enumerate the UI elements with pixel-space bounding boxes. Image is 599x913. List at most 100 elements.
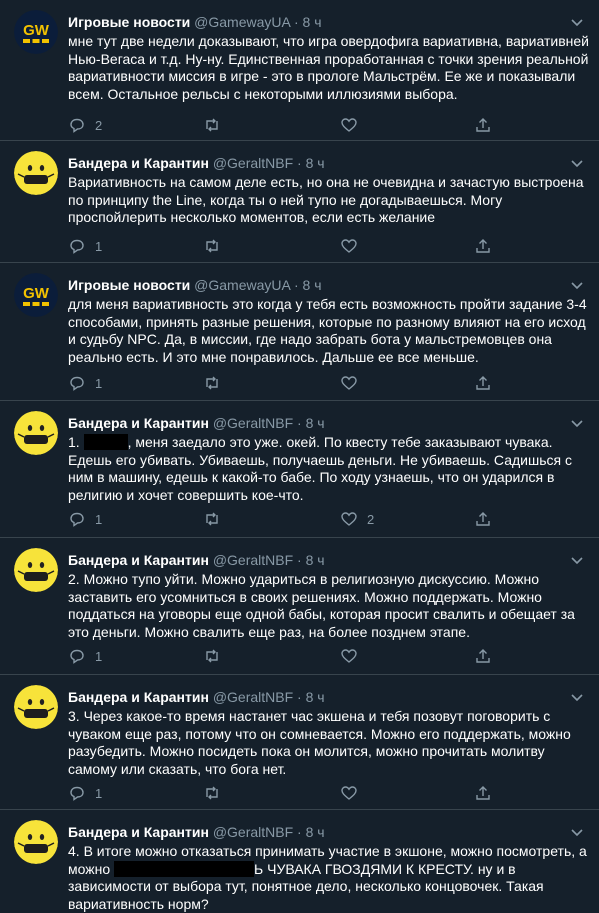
chevron-down-icon[interactable] <box>569 689 585 705</box>
tweet-header: Бандера и Карантин @GeraltNBF · 8 ч <box>68 153 589 173</box>
tweet[interactable]: Бандера и Карантин @GeraltNBF · 8 ч 4. В… <box>0 810 599 912</box>
tweet-header: Бандера и Карантин @GeraltNBF · 8 ч <box>68 822 589 842</box>
avatar[interactable] <box>14 820 58 864</box>
timestamp[interactable]: 8 ч <box>306 155 325 171</box>
timestamp[interactable]: 8 ч <box>306 415 325 431</box>
tweet-actions: 1 2 <box>68 509 490 529</box>
like-button[interactable] <box>340 373 367 393</box>
reply-icon <box>70 512 84 527</box>
author-name[interactable]: Бандера и Карантин <box>68 415 209 431</box>
heart-icon <box>341 376 357 390</box>
timestamp[interactable]: 8 ч <box>303 277 322 293</box>
tweet[interactable]: Бандера и Карантин @GeraltNBF · 8 ч 2. М… <box>0 538 599 675</box>
avatar[interactable]: GW <box>14 273 58 317</box>
tweet-text: Вариативность на самом деле есть, но она… <box>68 174 584 226</box>
retweet-icon <box>206 376 218 390</box>
heart-icon <box>341 239 357 253</box>
reply-button[interactable]: 1 <box>68 236 102 256</box>
retweet-button[interactable] <box>203 115 230 135</box>
tweet[interactable]: Бандера и Карантин @GeraltNBF · 8 ч 1. ,… <box>0 401 599 538</box>
chevron-down-icon[interactable] <box>569 155 585 171</box>
author-name[interactable]: Бандера и Карантин <box>68 689 209 705</box>
redacted-block <box>114 860 255 877</box>
tweet[interactable]: GW Игровые новости @GamewayUA · 8 ч для … <box>0 263 599 401</box>
avatar[interactable] <box>14 548 58 592</box>
author-handle[interactable]: @GeraltNBF <box>213 689 293 705</box>
like-button[interactable] <box>340 783 367 803</box>
separator-dot: · <box>297 155 302 171</box>
share-button[interactable] <box>474 236 492 256</box>
timestamp[interactable]: 8 ч <box>306 689 325 705</box>
author-handle[interactable]: @GeraltNBF <box>213 415 293 431</box>
tweet-text-part: 1. <box>68 434 84 450</box>
author-handle[interactable]: @GeraltNBF <box>213 824 293 840</box>
author-handle[interactable]: @GeraltNBF <box>213 552 293 568</box>
author-name[interactable]: Бандера и Карантин <box>68 552 209 568</box>
like-button[interactable] <box>340 646 367 666</box>
author-handle[interactable]: @GamewayUA <box>194 14 290 30</box>
reply-count: 1 <box>95 511 103 527</box>
author-name[interactable]: Игровые новости <box>68 14 190 30</box>
svg-text:GW: GW <box>23 285 50 302</box>
smiley-mask-icon <box>14 151 58 195</box>
chevron-down-icon[interactable] <box>569 824 585 840</box>
reply-count: 1 <box>95 375 103 391</box>
retweet-icon <box>206 118 218 132</box>
retweet-button[interactable] <box>203 373 230 393</box>
like-button[interactable] <box>340 236 367 256</box>
avatar[interactable] <box>14 151 58 195</box>
author-name[interactable]: Игровые новости <box>68 277 190 293</box>
tweet[interactable]: Бандера и Карантин @GeraltNBF · 8 ч 3. Ч… <box>0 675 599 810</box>
tweet-header: Бандера и Карантин @GeraltNBF · 8 ч <box>68 687 589 707</box>
reply-button[interactable]: 2 <box>68 115 102 135</box>
reply-icon <box>70 786 84 801</box>
chevron-down-icon[interactable] <box>569 277 585 293</box>
author-handle[interactable]: @GamewayUA <box>194 277 290 293</box>
reply-icon <box>70 118 84 133</box>
retweet-button[interactable] <box>203 236 230 256</box>
reply-button[interactable]: 1 <box>68 373 102 393</box>
tweet-header: Бандера и Карантин @GeraltNBF · 8 ч <box>68 550 589 570</box>
like-button[interactable] <box>340 115 367 135</box>
like-button[interactable]: 2 <box>340 509 374 529</box>
heart-icon <box>341 649 357 663</box>
retweet-button[interactable] <box>203 783 230 803</box>
author-name[interactable]: Бандера и Карантин <box>68 155 209 171</box>
timestamp[interactable]: 8 ч <box>306 824 325 840</box>
tweet-actions: 1 <box>68 646 490 666</box>
tweet-text: 1. , меня заедало это уже. окей. По квес… <box>68 434 590 504</box>
redacted-block <box>83 434 128 450</box>
tweet-text: 4. В итоге можно отказаться принимать уч… <box>68 843 590 913</box>
share-button[interactable] <box>474 783 492 803</box>
tweet[interactable]: GW Игровые новости @GamewayUA · 8 ч мне … <box>0 0 599 141</box>
avatar[interactable]: GW <box>14 10 58 54</box>
share-icon <box>476 512 490 526</box>
timestamp[interactable]: 8 ч <box>303 14 322 30</box>
reply-button[interactable]: 1 <box>68 646 102 666</box>
reply-icon <box>70 649 84 664</box>
chevron-down-icon[interactable] <box>569 14 585 30</box>
reply-button[interactable]: 1 <box>68 783 102 803</box>
tweet-header: Игровые новости @GamewayUA · 8 ч <box>68 12 589 32</box>
gameway-logo-icon: GW <box>14 273 58 317</box>
timestamp[interactable]: 8 ч <box>306 552 325 568</box>
retweet-icon <box>206 512 218 526</box>
share-button[interactable] <box>474 115 492 135</box>
share-button[interactable] <box>474 509 492 529</box>
tweet-header: Игровые новости @GamewayUA · 8 ч <box>68 275 589 295</box>
retweet-button[interactable] <box>203 509 230 529</box>
tweet[interactable]: Бандера и Карантин @GeraltNBF · 8 ч Вари… <box>0 141 599 263</box>
reply-button[interactable]: 1 <box>68 509 102 529</box>
share-button[interactable] <box>474 373 492 393</box>
chevron-down-icon[interactable] <box>569 415 585 431</box>
separator-dot: · <box>297 552 302 568</box>
author-name[interactable]: Бандера и Карантин <box>68 824 209 840</box>
tweet-actions: 1 <box>68 236 490 256</box>
share-button[interactable] <box>474 646 492 666</box>
retweet-button[interactable] <box>203 646 230 666</box>
author-handle[interactable]: @GeraltNBF <box>213 155 293 171</box>
avatar[interactable] <box>14 685 58 729</box>
svg-text:GW: GW <box>23 22 50 39</box>
chevron-down-icon[interactable] <box>569 552 585 568</box>
avatar[interactable] <box>14 411 58 455</box>
